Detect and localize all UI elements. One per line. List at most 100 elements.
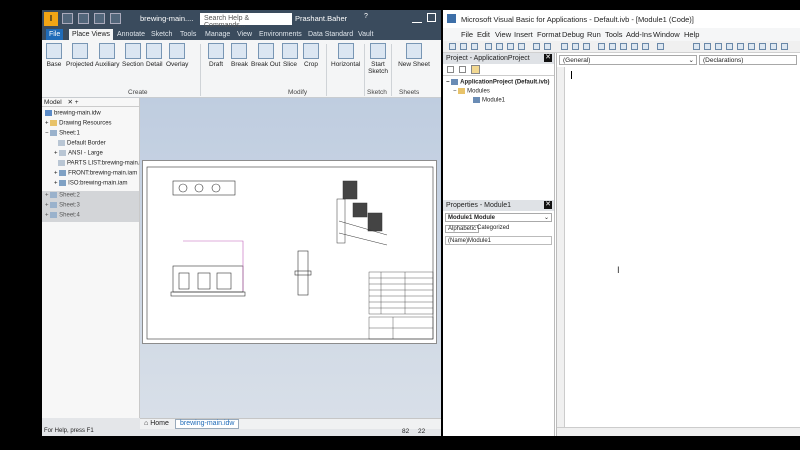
save-icon[interactable] (94, 13, 105, 24)
property-row[interactable]: (Name) Module1 (445, 236, 552, 245)
indent-icon[interactable] (693, 43, 700, 50)
user-name[interactable]: Prashant.Baher (295, 14, 347, 23)
property-value[interactable]: Module1 (468, 237, 491, 245)
menu-tools[interactable]: Tools (605, 30, 623, 39)
menu-file[interactable]: File (461, 30, 473, 39)
tab-categorized[interactable]: Categorized (475, 225, 511, 231)
detail-button[interactable]: Detail (146, 43, 163, 68)
tree-node[interactable]: brewing-main.idw (45, 110, 101, 117)
minimize-icon[interactable] (412, 13, 422, 23)
tab-environments[interactable]: Environments (256, 29, 305, 40)
design-mode-icon[interactable] (598, 43, 605, 50)
tree-node[interactable]: + Sheet:4 (45, 212, 80, 219)
menu-view[interactable]: View (495, 30, 511, 39)
tab-sketch[interactable]: Sketch (148, 29, 175, 40)
maximize-icon[interactable] (427, 13, 436, 22)
previous-bookmark-icon[interactable] (770, 43, 777, 50)
close-icon[interactable]: ✕ (544, 54, 552, 62)
save-icon[interactable] (471, 43, 478, 50)
tab-vault[interactable]: Vault (355, 29, 376, 40)
draft-button[interactable]: Draft (208, 43, 224, 68)
model-tab[interactable]: Model (44, 99, 62, 106)
tree-node[interactable]: Default Border (58, 140, 106, 147)
tab-alphabetic[interactable]: Alphabetic (445, 225, 480, 233)
reset-icon[interactable] (583, 43, 590, 50)
menu-add-ins[interactable]: Add-Ins (626, 30, 652, 39)
toolbox-icon[interactable] (642, 43, 649, 50)
toggle-breakpoint-icon[interactable] (715, 43, 722, 50)
object-browser-icon[interactable] (631, 43, 638, 50)
tab-tools[interactable]: Tools (177, 29, 199, 40)
break-button[interactable]: Break (231, 43, 248, 68)
tree-node[interactable]: − Sheet:1 (45, 130, 80, 137)
tab-manage[interactable]: Manage (202, 29, 233, 40)
tree-node[interactable]: + Drawing Resources (45, 120, 112, 127)
toggle-bookmark-icon[interactable] (748, 43, 755, 50)
copy-icon[interactable] (496, 43, 503, 50)
new-file-icon[interactable] (62, 13, 73, 24)
auxiliary-button[interactable]: Auxiliary (95, 43, 120, 68)
module1-item[interactable]: Module1 (473, 97, 505, 104)
search-input[interactable]: Search Help & Commands... (200, 13, 292, 29)
open-folder-icon[interactable] (78, 13, 89, 24)
toggle-folders-icon[interactable] (471, 65, 480, 74)
drawing-canvas[interactable] (140, 98, 441, 418)
paste-icon[interactable] (507, 43, 514, 50)
slice-button[interactable]: Slice (282, 43, 298, 68)
find-icon[interactable] (518, 43, 525, 50)
outdent-icon[interactable] (704, 43, 711, 50)
help-icon[interactable] (657, 43, 664, 50)
run-icon[interactable] (561, 43, 568, 50)
tab-view[interactable]: View (234, 29, 255, 40)
menu-format[interactable]: Format (537, 30, 561, 39)
view-host-icon[interactable] (449, 43, 456, 50)
cut-icon[interactable] (485, 43, 492, 50)
comment-block-icon[interactable] (726, 43, 733, 50)
close-icon[interactable]: ✕ (544, 201, 552, 209)
menu-window[interactable]: Window (653, 30, 680, 39)
crop-button[interactable]: Crop (303, 43, 319, 68)
menu-edit[interactable]: Edit (477, 30, 490, 39)
tab-place-views[interactable]: Place Views (69, 29, 114, 40)
tree-node[interactable]: + Sheet:3 (45, 202, 80, 209)
projected-button[interactable]: Projected (66, 43, 93, 68)
inventor-logo[interactable]: I (44, 12, 58, 26)
menu-help[interactable]: Help (684, 30, 699, 39)
view-code-icon[interactable] (447, 66, 454, 73)
tree-node[interactable]: + ANSI - Large (54, 150, 103, 157)
code-window[interactable]: (General) ⌄ (Declarations) Ⅰ (556, 53, 800, 436)
redo-icon[interactable] (544, 43, 551, 50)
tab-annotate[interactable]: Annotate (114, 29, 148, 40)
tree-node[interactable]: + Sheet:2 (45, 192, 80, 199)
view-object-icon[interactable] (459, 66, 466, 73)
add-icon[interactable]: + (75, 99, 79, 106)
tree-node[interactable]: + ISO:brewing-main.iam (54, 180, 128, 187)
horizontal-scrollbar[interactable] (557, 427, 800, 436)
tab-drawing-document[interactable]: brewing-main.idw (175, 419, 240, 429)
clear-bookmarks-icon[interactable] (781, 43, 788, 50)
start-sketch-button[interactable]: Start Sketch (367, 43, 389, 75)
object-dropdown[interactable]: (General) ⌄ (559, 55, 697, 65)
base-button[interactable]: Base (46, 43, 62, 68)
properties-icon[interactable] (620, 43, 627, 50)
tree-node[interactable]: + FRONT:brewing-main.iam (54, 170, 137, 177)
tab-home[interactable]: ⌂ Home (144, 420, 169, 427)
menu-insert[interactable]: Insert (514, 30, 533, 39)
close-icon[interactable]: ✕ (68, 99, 73, 106)
object-combo[interactable]: Module1 Module ⌄ (445, 213, 552, 222)
help-icon[interactable]: ? (364, 13, 368, 20)
drawing-sheet[interactable] (142, 160, 437, 344)
procedure-dropdown[interactable]: (Declarations) (699, 55, 797, 65)
section-button[interactable]: Section (122, 43, 144, 68)
new-sheet-button[interactable]: New Sheet (394, 43, 434, 68)
uncomment-block-icon[interactable] (737, 43, 744, 50)
horizontal-button[interactable]: Horizontal (331, 43, 360, 68)
modules-folder[interactable]: − Modules (453, 88, 490, 95)
menu-run[interactable]: Run (587, 30, 601, 39)
project-explorer-icon[interactable] (609, 43, 616, 50)
pause-icon[interactable] (572, 43, 579, 50)
tab-data-standard[interactable]: Data Standard (305, 29, 356, 40)
overlay-button[interactable]: Overlay (166, 43, 188, 68)
tab-file[interactable]: File (46, 29, 64, 40)
next-bookmark-icon[interactable] (759, 43, 766, 50)
